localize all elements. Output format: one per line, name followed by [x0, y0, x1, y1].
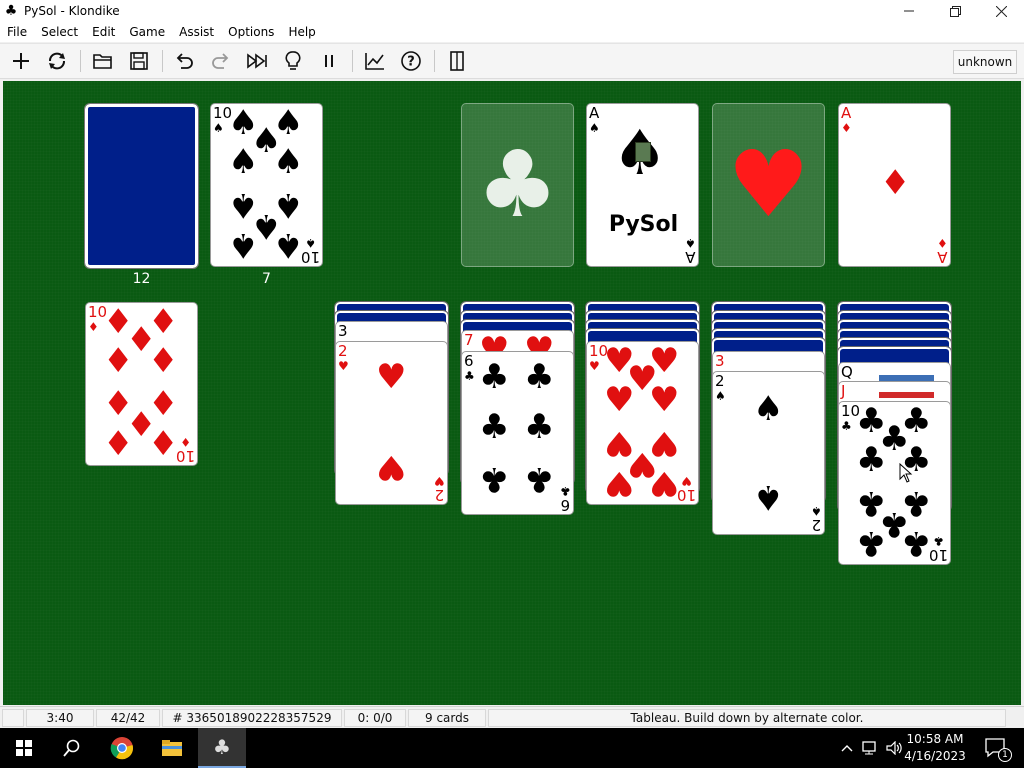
quit-door-icon[interactable]: [444, 48, 470, 74]
hint-lightbulb-icon[interactable]: [280, 48, 306, 74]
menu-game[interactable]: Game: [122, 25, 172, 39]
status-hint: Tableau. Build down by alternate color.: [488, 709, 1006, 727]
diamond-icon: ♦: [880, 163, 911, 203]
status-cards: 9 cards: [408, 709, 486, 727]
menu-options[interactable]: Options: [221, 25, 281, 39]
menu-file[interactable]: File: [0, 25, 34, 39]
file-explorer-icon[interactable]: [148, 728, 196, 768]
open-folder-icon[interactable]: [90, 48, 116, 74]
autodrop-icon[interactable]: [244, 48, 270, 74]
status-time: 3:40: [26, 709, 94, 727]
redo-icon[interactable]: [208, 48, 234, 74]
ten-of-hearts-card[interactable]: 10 ♥ ♥ ♥ ♥ ♥ ♥ ♥ ♥ ♥ ♥ ♥ 10 ♥: [586, 341, 699, 505]
system-clock[interactable]: 10:58 AM 4/16/2023: [904, 731, 966, 765]
foundation-hearts-empty[interactable]: ♥: [712, 103, 825, 267]
game-table: 12 10 ♠ ♠♠ ♠ ♠♠ ♠♠ ♠ ♠♠ 10♠ 7 ♣ A ♠ ♠ Py…: [3, 81, 1021, 705]
waste-top-card[interactable]: 10 ♠ ♠ ♠ ♠ ♠ ♠ ♠ ♠ ♠ ♠ ♠ 10 ♠: [210, 103, 323, 267]
search-icon[interactable]: [48, 728, 96, 768]
clock-time: 10:58 AM: [906, 732, 964, 746]
club-suit-icon: ♣: [476, 131, 559, 238]
waste-count: 7: [262, 271, 271, 287]
status-moves: 42/42: [96, 709, 160, 727]
two-of-spades-card[interactable]: 2 ♠ ♠ ♠ 2 ♠: [712, 371, 825, 535]
pysol-taskbar-icon[interactable]: ♣: [198, 728, 246, 768]
volume-icon[interactable]: [884, 728, 906, 768]
two-of-hearts-card[interactable]: 2 ♥ ♥ ♥ 2 ♥: [335, 341, 448, 505]
svg-text:?: ?: [407, 55, 415, 70]
statistics-chart-icon[interactable]: [362, 48, 388, 74]
pocket-icon: [635, 142, 651, 162]
menu-help[interactable]: Help: [281, 25, 322, 39]
stock-pile[interactable]: [84, 103, 199, 269]
undo-icon[interactable]: [171, 48, 197, 74]
player-name[interactable]: unknown: [953, 50, 1017, 74]
mouse-cursor-icon: [899, 463, 913, 483]
status-bar: 3:40 42/42 # 3365018902228357529 0: 0/0 …: [0, 706, 1024, 728]
club-suit-icon: ♣: [4, 3, 18, 19]
window-title: PySol - Klondike: [24, 4, 120, 18]
pause-icon[interactable]: [316, 48, 342, 74]
toolbar: ? unknown: [0, 43, 1024, 79]
clock-date: 4/16/2023: [904, 749, 966, 763]
foundation-ace-diamonds[interactable]: A ♦ ♦ A ♦: [838, 103, 951, 267]
menu-select[interactable]: Select: [34, 25, 85, 39]
notifications-icon[interactable]: 1: [976, 728, 1016, 768]
menu-bar: File Select Edit Game Assist Options Hel…: [0, 22, 1024, 42]
status-score: 0: 0/0: [344, 709, 406, 727]
restart-icon[interactable]: [44, 48, 70, 74]
network-icon[interactable]: [860, 728, 882, 768]
pysol-logo: PySol: [608, 212, 679, 237]
save-icon[interactable]: [126, 48, 152, 74]
menu-assist[interactable]: Assist: [172, 25, 221, 39]
new-game-icon[interactable]: [8, 48, 34, 74]
chevron-up-icon[interactable]: [838, 728, 856, 768]
stock-count: 12: [132, 271, 151, 287]
chrome-icon[interactable]: [98, 728, 146, 768]
ten-of-diamonds-card[interactable]: 10 ♦ ♦ ♦ ♦ ♦ ♦ ♦ ♦ ♦ ♦ ♦ 10 ♦: [85, 302, 198, 466]
foundation-clubs-empty[interactable]: ♣: [461, 103, 574, 267]
rules-help-icon[interactable]: ?: [398, 48, 424, 74]
maximize-button[interactable]: [932, 0, 978, 22]
menu-edit[interactable]: Edit: [85, 25, 122, 39]
foundation-ace-spades[interactable]: A ♠ ♠ PySol A♠: [586, 103, 699, 267]
status-spacer: [2, 709, 24, 727]
ten-of-clubs-card[interactable]: 10 ♣ ♣ ♣ ♣ ♣ ♣ ♣ ♣ ♣ ♣ ♣ 10 ♣: [838, 401, 951, 565]
start-windows-icon[interactable]: [0, 728, 48, 768]
heart-suit-icon: ♥: [727, 131, 810, 238]
minimize-button[interactable]: [886, 0, 932, 22]
notification-count-badge: 1: [998, 748, 1012, 762]
windows-taskbar: ♣ 10:58 AM 4/16/2023 1: [0, 728, 1024, 768]
six-of-clubs-card[interactable]: 6 ♣ ♣ ♣ ♣ ♣ ♣ ♣ 6 ♣: [461, 351, 574, 515]
title-bar: ♣ PySol - Klondike: [0, 0, 1024, 22]
close-button[interactable]: [978, 0, 1024, 22]
card-suit: ♠: [213, 121, 224, 135]
status-game-number: # 3365018902228357529: [162, 709, 342, 727]
